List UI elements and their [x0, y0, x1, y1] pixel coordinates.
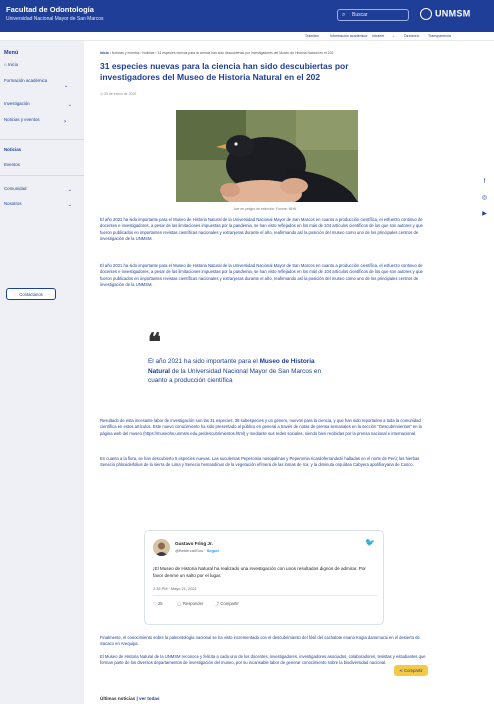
subnav-intranet[interactable]: Intranet	[372, 34, 384, 38]
article-image	[176, 110, 358, 202]
chevron-down-icon: ⌄	[64, 83, 69, 89]
divider	[153, 595, 377, 596]
subnav-directorio[interactable]: Directorio	[404, 34, 419, 38]
university-seal-icon	[420, 8, 432, 20]
paragraph: El Museo de Historia Natural de la UNMSM…	[100, 654, 426, 666]
sidebar-item-label: Inicio	[7, 62, 19, 67]
sidebar-item-formacion[interactable]: Formación académica	[4, 78, 52, 84]
handle-text[interactable]: @BettercallGus	[175, 548, 203, 553]
breadcrumb-home[interactable]: Inicio	[100, 51, 109, 55]
sub-navigation: Trámites Información académica Intranet …	[0, 32, 494, 41]
reply-label: Responder	[182, 601, 204, 606]
sidebar-item-noticias-eventos[interactable]: Noticias y eventos	[4, 117, 40, 123]
sidebar-item-noticias[interactable]: Noticias	[4, 147, 78, 153]
youtube-icon[interactable]: ▶	[480, 210, 489, 219]
sidebar-item-label: Nosotros	[4, 201, 22, 206]
sidebar-menu-label: Menú	[4, 50, 19, 56]
follow-button[interactable]: Seguir	[207, 548, 219, 553]
sidebar-item-investigacion[interactable]: Investigación ⌄	[4, 101, 78, 108]
sidebar-item-label: Investigación	[4, 101, 30, 106]
quote-text: El año 2021 ha sido importante para el M…	[148, 357, 338, 386]
tweet-author-name[interactable]: Gustavo Fring Jr.	[175, 541, 213, 546]
heart-icon: ♡	[153, 601, 157, 606]
reply-button[interactable]: ◯ Responder	[177, 601, 203, 606]
sidebar-item-label: Noticias	[4, 147, 22, 152]
tweet-text: ¡El Museo de Historia Natural ha realiza…	[153, 566, 366, 578]
sidebar-item-label: Noticias y eventos	[4, 117, 40, 122]
share-label: Compartir	[403, 668, 423, 673]
site-title[interactable]: Facultad de Odontología	[6, 5, 104, 15]
twitter-icon[interactable]: 🐦	[365, 538, 375, 547]
search-placeholder: Buscar	[352, 12, 368, 18]
subnav-transparencia[interactable]: Transparencia	[428, 34, 451, 38]
tweet-handle: @BettercallGus · Seguir	[175, 548, 220, 553]
sidebar-item-label: Formación académica	[4, 78, 48, 83]
chevron-down-icon: ⌄	[392, 34, 396, 38]
search-input[interactable]: ⌕ Buscar	[337, 9, 409, 21]
share-icon: ⤴	[215, 601, 220, 606]
share-label: Compartir	[220, 601, 239, 606]
like-button[interactable]: ♡ 25	[153, 601, 163, 606]
chevron-down-icon: ⌄	[67, 202, 72, 208]
tweet-share-button[interactable]: ⤴ Compartir	[215, 601, 239, 607]
paragraph: En cuanto a la flora, se han descubierto…	[100, 456, 420, 468]
quote-part: El año 2021 ha sido importante para el	[148, 358, 260, 365]
breadcrumb: Inicio › Noticias y eventos › Noticias ›…	[100, 51, 440, 55]
divider	[0, 139, 84, 140]
sidebar-item-inicio[interactable]: ⌂ Inicio	[4, 62, 78, 68]
sidebar-item-nosotros[interactable]: Nosotros ⌄	[4, 201, 78, 208]
latest-news-label: Últimas noticias	[100, 696, 136, 701]
tweet-timestamp[interactable]: 2:35 PM · Mayo 21, 2021	[153, 586, 197, 591]
breadcrumb-trail: › Noticias y eventos › Noticias › 31 esp…	[109, 51, 334, 55]
sidebar-item-eventos[interactable]: Eventos	[4, 162, 78, 168]
sidebar-item-label: Eventos	[4, 162, 20, 167]
chevron-down-icon: ⌄	[67, 187, 72, 193]
sidebar: Menú ⌂ Inicio Formación académica ⌄ Inve…	[0, 41, 84, 704]
brand[interactable]: Facultad de Odontología Universidad Naci…	[6, 5, 104, 23]
pull-quote: ❝ El año 2021 ha sido importante para el…	[148, 329, 338, 386]
reply-icon: ◯	[177, 601, 182, 606]
avatar[interactable]	[153, 539, 170, 556]
view-all-link[interactable]: ver todas	[139, 696, 159, 701]
chevron-down-icon: ⌄	[67, 102, 72, 108]
chevron-right-icon: ›	[64, 119, 66, 125]
sidebar-item-label: Comunidad	[4, 186, 27, 191]
image-caption: Ave en peligro de extinción. Fuente: MHN	[233, 207, 297, 211]
quote-part: de la Universidad Nacional Mayor de San …	[148, 367, 321, 385]
logo-text: UNMSM	[435, 8, 471, 19]
instagram-icon[interactable]: ◎	[480, 194, 489, 203]
paragraph: El año 2021 ha sido importante para el M…	[100, 263, 423, 287]
avatar-image	[153, 539, 170, 556]
share-icon: ⋖	[399, 668, 403, 673]
unmsm-logo[interactable]: UNMSM	[420, 8, 471, 20]
home-icon: ⌂	[4, 62, 7, 67]
subnav-tramites[interactable]: Trámites	[305, 34, 319, 38]
share-button[interactable]: ⋖ Compartir	[394, 665, 428, 676]
bird-in-hand-image	[176, 110, 358, 202]
facebook-icon[interactable]: f	[480, 178, 489, 187]
quote-icon: ❝	[148, 329, 161, 356]
publish-date: ◷ 25 de enero de 2022	[100, 92, 136, 96]
like-count: 25	[157, 601, 163, 606]
latest-news-heading: Últimas noticias | ver todas	[100, 696, 160, 701]
sidebar-item-comunidad[interactable]: Comunidad ⌄	[4, 186, 78, 193]
date-text: 25 de enero de 2022	[104, 92, 137, 96]
divider	[0, 175, 84, 176]
paragraph: El año 2021 ha sido importante para el M…	[100, 217, 423, 241]
site-subtitle: Universidad Nacional Mayor de San Marcos	[6, 16, 104, 22]
contact-button[interactable]: Contáctanos	[6, 288, 56, 300]
search-icon: ⌕	[342, 12, 346, 18]
paragraph: Finalmente, el conocimiento sobre la pal…	[100, 635, 420, 647]
page-title: 31 especies nuevas para la ciencia han s…	[100, 61, 349, 82]
embedded-tweet[interactable]: Gustavo Fring Jr. @BettercallGus · Segui…	[144, 530, 384, 625]
subnav-informacion-academica[interactable]: Información académica	[330, 34, 367, 38]
calendar-icon: ◷	[100, 92, 104, 96]
top-bar: Facultad de Odontología Universidad Naci…	[0, 0, 494, 32]
paragraph: Resultado de esta incesante labor de inv…	[100, 418, 422, 436]
